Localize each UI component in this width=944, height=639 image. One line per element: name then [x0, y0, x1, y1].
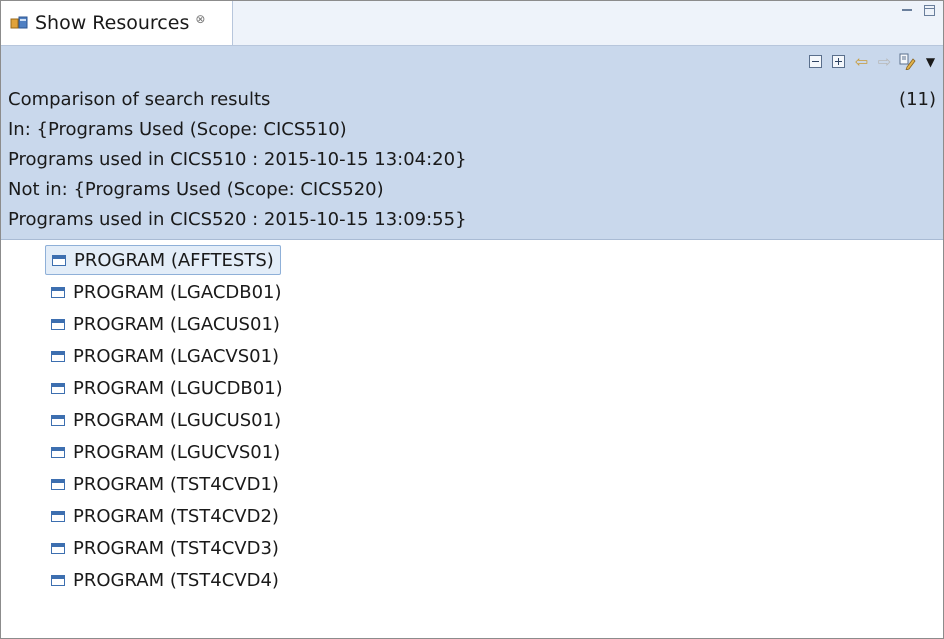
- comparison-title: Comparison of search results: [8, 89, 271, 110]
- tab-show-resources[interactable]: Show Resources ⊗: [1, 1, 233, 45]
- expand-all-button[interactable]: [830, 53, 847, 70]
- list-item-label: PROGRAM (LGACUS01): [73, 313, 280, 335]
- program-icon: [51, 414, 65, 426]
- list-item-label: PROGRAM (LGUCUS01): [73, 409, 282, 431]
- window-controls: [900, 3, 935, 17]
- list-item[interactable]: PROGRAM (LGUCDB01): [45, 373, 289, 403]
- tab-bar: Show Resources ⊗: [1, 1, 943, 46]
- list-item-label: PROGRAM (LGUCDB01): [73, 377, 283, 399]
- list-item[interactable]: PROGRAM (TST4CVD3): [45, 533, 285, 563]
- program-icon: [51, 574, 65, 586]
- program-icon: [51, 382, 65, 394]
- forward-button[interactable]: ⇨: [876, 53, 893, 70]
- list-item-label: PROGRAM (TST4CVD4): [73, 569, 279, 591]
- dropdown-icon: ▼: [925, 54, 936, 69]
- expand-all-icon: [832, 55, 845, 68]
- list-item[interactable]: PROGRAM (LGACVS01): [45, 341, 285, 371]
- list-item[interactable]: PROGRAM (TST4CVD4): [45, 565, 285, 595]
- list-item-label: PROGRAM (LGACDB01): [73, 281, 282, 303]
- list-item-label: PROGRAM (TST4CVD2): [73, 505, 279, 527]
- list-item[interactable]: PROGRAM (TST4CVD2): [45, 501, 285, 531]
- program-icon: [51, 510, 65, 522]
- back-button[interactable]: ⇦: [853, 53, 870, 70]
- program-icon: [51, 286, 65, 298]
- view-menu-button[interactable]: ▼: [922, 53, 939, 70]
- tab-title: Show Resources: [35, 12, 190, 34]
- program-icon: [52, 254, 66, 266]
- program-icon: [51, 318, 65, 330]
- list-item-label: PROGRAM (AFFTESTS): [74, 249, 274, 271]
- show-resources-view: Show Resources ⊗ ⇦ ⇨ ▼ Comparison of sea…: [0, 0, 944, 639]
- list-item-label: PROGRAM (TST4CVD3): [73, 537, 279, 559]
- in-scope-line: In: {Programs Used (Scope: CICS510): [8, 119, 347, 140]
- list-item[interactable]: PROGRAM (LGUCVS01): [45, 437, 286, 467]
- collapse-all-icon: [809, 55, 822, 68]
- not-in-programs-line: Programs used in CICS520 : 2015-10-15 13…: [8, 209, 467, 230]
- list-item[interactable]: PROGRAM (LGACUS01): [45, 309, 286, 339]
- view-toolbar: ⇦ ⇨ ▼: [807, 53, 939, 70]
- minimize-button[interactable]: [900, 3, 914, 17]
- close-icon[interactable]: ⊗: [195, 12, 205, 26]
- list-item[interactable]: PROGRAM (LGUCUS01): [45, 405, 287, 435]
- show-resources-icon: [10, 15, 30, 31]
- list-item[interactable]: PROGRAM (TST4CVD1): [45, 469, 285, 499]
- highlight-button[interactable]: [899, 53, 916, 70]
- program-icon: [51, 446, 65, 458]
- collapse-all-button[interactable]: [807, 53, 824, 70]
- list-item-label: PROGRAM (LGUCVS01): [73, 441, 281, 463]
- pencil-icon: [899, 53, 916, 70]
- list-item[interactable]: PROGRAM (LGACDB01): [45, 277, 288, 307]
- maximize-button[interactable]: [924, 5, 935, 16]
- program-icon: [51, 478, 65, 490]
- program-icon: [51, 542, 65, 554]
- list-item-label: PROGRAM (TST4CVD1): [73, 473, 279, 495]
- list-item[interactable]: PROGRAM (AFFTESTS): [45, 245, 281, 275]
- forward-arrow-icon: ⇨: [877, 52, 892, 71]
- not-in-scope-line: Not in: {Programs Used (Scope: CICS520): [8, 179, 384, 200]
- program-icon: [51, 350, 65, 362]
- results-header: ⇦ ⇨ ▼ Comparison of search results (11) …: [1, 46, 943, 240]
- back-arrow-icon: ⇦: [854, 52, 869, 71]
- in-programs-line: Programs used in CICS510 : 2015-10-15 13…: [8, 149, 467, 170]
- list-item-label: PROGRAM (LGACVS01): [73, 345, 280, 367]
- result-count: (11): [899, 89, 936, 110]
